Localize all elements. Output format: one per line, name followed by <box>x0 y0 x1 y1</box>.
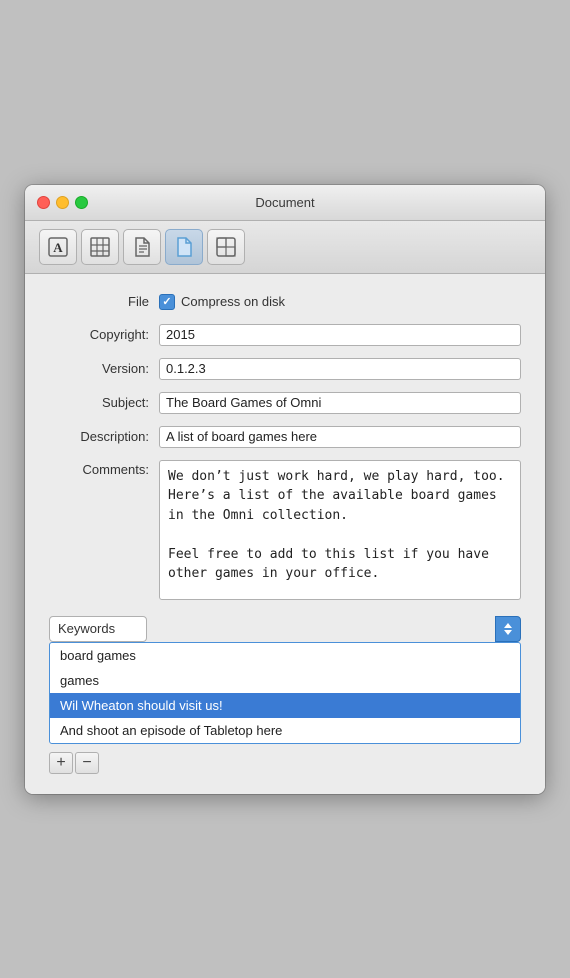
subject-label: Subject: <box>49 395 149 410</box>
compress-checkbox[interactable] <box>159 294 175 310</box>
arrow-inner <box>504 623 512 635</box>
subject-row: Subject: <box>49 392 521 414</box>
content-area: File Compress on disk Copyright: Version… <box>25 274 545 794</box>
page-toolbar-button[interactable] <box>165 229 203 265</box>
arrow-up-icon <box>504 623 512 628</box>
add-keyword-button[interactable]: + <box>49 752 73 774</box>
keywords-actions: + − <box>49 752 521 774</box>
traffic-lights <box>37 196 88 209</box>
compress-label: Compress on disk <box>181 294 285 309</box>
comments-textarea[interactable] <box>159 460 521 600</box>
remove-keyword-button[interactable]: − <box>75 752 99 774</box>
version-input[interactable] <box>159 358 521 380</box>
copyright-label: Copyright: <box>49 327 149 342</box>
keywords-select-wrapper: Keywords <box>49 616 521 642</box>
comments-row: Comments: <box>49 460 521 600</box>
media-icon <box>215 236 237 258</box>
minimize-button[interactable] <box>56 196 69 209</box>
keywords-list: board gamesgamesWil Wheaton should visit… <box>49 642 521 744</box>
close-button[interactable] <box>37 196 50 209</box>
document-icon <box>131 236 153 258</box>
keyword-item[interactable]: board games <box>50 643 520 668</box>
svg-text:A: A <box>53 240 63 255</box>
copyright-input[interactable] <box>159 324 521 346</box>
document-toolbar-button[interactable] <box>123 229 161 265</box>
arrow-down-icon <box>504 630 512 635</box>
comments-label: Comments: <box>49 460 149 477</box>
keywords-dropdown-row: Keywords <box>49 616 521 642</box>
version-label: Version: <box>49 361 149 376</box>
titlebar: Document <box>25 185 545 221</box>
subject-input[interactable] <box>159 392 521 414</box>
table-toolbar-button[interactable] <box>81 229 119 265</box>
keywords-select[interactable]: Keywords <box>49 616 147 642</box>
media-toolbar-button[interactable] <box>207 229 245 265</box>
keywords-arrow[interactable] <box>495 616 521 642</box>
fullscreen-button[interactable] <box>75 196 88 209</box>
page-icon <box>173 236 195 258</box>
main-window: Document A <box>25 185 545 794</box>
compress-checkbox-row: Compress on disk <box>159 294 285 310</box>
font-icon: A <box>47 236 69 258</box>
copyright-row: Copyright: <box>49 324 521 346</box>
file-row: File Compress on disk <box>49 294 521 310</box>
font-toolbar-button[interactable]: A <box>39 229 77 265</box>
file-label: File <box>49 294 149 309</box>
keyword-item[interactable]: games <box>50 668 520 693</box>
description-label: Description: <box>49 429 149 444</box>
keyword-item[interactable]: Wil Wheaton should visit us! <box>50 693 520 718</box>
toolbar: A <box>25 221 545 274</box>
keywords-section: Keywords board gamesgamesWil Wheaton sho… <box>49 616 521 774</box>
window-title: Document <box>255 195 314 210</box>
version-row: Version: <box>49 358 521 380</box>
description-input[interactable] <box>159 426 521 448</box>
table-icon <box>89 236 111 258</box>
keyword-item[interactable]: And shoot an episode of Tabletop here <box>50 718 520 743</box>
description-row: Description: <box>49 426 521 448</box>
